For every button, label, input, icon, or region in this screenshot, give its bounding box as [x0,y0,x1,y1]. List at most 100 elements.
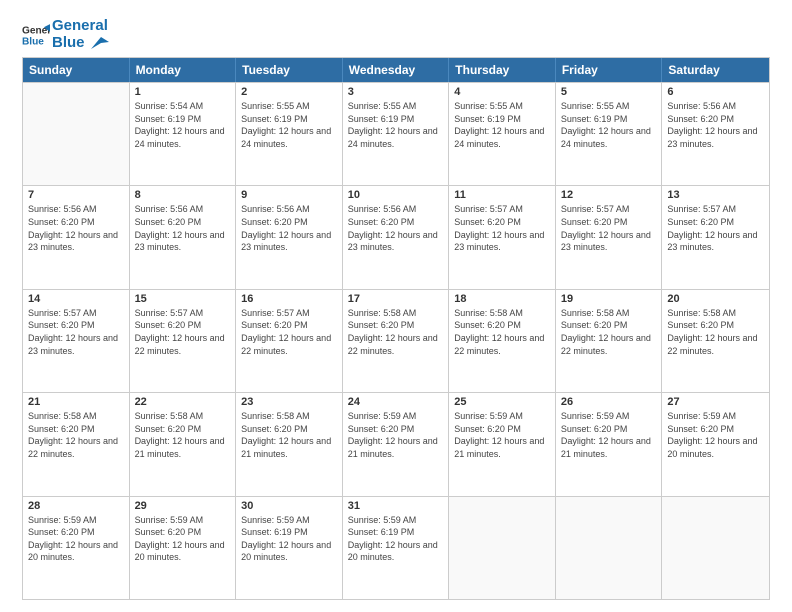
calendar-header-thursday: Thursday [449,58,556,82]
day-info: Sunrise: 5:57 AMSunset: 6:20 PMDaylight:… [454,203,550,253]
calendar-cell: 22 Sunrise: 5:58 AMSunset: 6:20 PMDayligh… [130,393,237,495]
calendar-header-saturday: Saturday [662,58,769,82]
day-number: 22 [135,396,231,408]
day-info: Sunrise: 5:56 AMSunset: 6:20 PMDaylight:… [135,203,231,253]
day-number: 25 [454,396,550,408]
calendar-cell: 24Sunrise: 5:59 AMSunset: 6:20 PMDayligh… [343,393,450,495]
calendar-cell: 31 Sunrise: 5:59 AMSunset: 6:19 PMDayligh… [343,497,450,599]
calendar-week-4: 21 Sunrise: 5:58 AMSunset: 6:20 PMDayligh… [23,392,769,495]
day-number: 21 [28,396,124,408]
calendar-cell: 13 Sunrise: 5:57 AMSunset: 6:20 PMDayligh… [662,186,769,288]
calendar-cell: 27 Sunrise: 5:59 AMSunset: 6:20 PMDayligh… [662,393,769,495]
day-number: 2 [241,86,337,98]
calendar-cell: 30 Sunrise: 5:59 AMSunset: 6:19 PMDayligh… [236,497,343,599]
logo-bird-icon [91,37,109,49]
svg-text:Blue: Blue [22,36,44,47]
day-info: Sunrise: 5:59 AMSunset: 6:20 PMDaylight:… [348,410,444,460]
day-info: Sunrise: 5:59 AMSunset: 6:19 PMDaylight:… [348,514,444,564]
logo-text: General [52,18,109,35]
calendar-cell: 25 Sunrise: 5:59 AMSunset: 6:20 PMDayligh… [449,393,556,495]
day-number: 17 [348,293,444,305]
day-info: Sunrise: 5:55 AMSunset: 6:19 PMDaylight:… [241,100,337,150]
day-info: Sunrise: 5:58 AMSunset: 6:20 PMDaylight:… [561,307,657,357]
day-info: Sunrise: 5:59 AMSunset: 6:20 PMDaylight:… [561,410,657,460]
day-info: Sunrise: 5:57 AMSunset: 6:20 PMDaylight:… [28,307,124,357]
logo-icon: General Blue [22,21,50,49]
day-info: Sunrise: 5:58 AMSunset: 6:20 PMDaylight:… [241,410,337,460]
day-number: 4 [454,86,550,98]
day-number: 30 [241,500,337,512]
day-info: Sunrise: 5:57 AMSunset: 6:20 PMDaylight:… [667,203,764,253]
day-number: 8 [135,189,231,201]
day-info: Sunrise: 5:57 AMSunset: 6:20 PMDaylight:… [241,307,337,357]
day-info: Sunrise: 5:58 AMSunset: 6:20 PMDaylight:… [667,307,764,357]
day-info: Sunrise: 5:58 AMSunset: 6:20 PMDaylight:… [135,410,231,460]
calendar: SundayMondayTuesdayWednesdayThursdayFrid… [22,57,770,600]
day-number: 31 [348,500,444,512]
calendar-cell: 21 Sunrise: 5:58 AMSunset: 6:20 PMDayligh… [23,393,130,495]
calendar-week-5: 28Sunrise: 5:59 AMSunset: 6:20 PMDayligh… [23,496,769,599]
calendar-cell [449,497,556,599]
page: General Blue General Blue [0,0,792,612]
calendar-cell: 20 Sunrise: 5:58 AMSunset: 6:20 PMDayligh… [662,290,769,392]
day-number: 11 [454,189,550,201]
day-number: 6 [667,86,764,98]
calendar-header-wednesday: Wednesday [343,58,450,82]
day-info: Sunrise: 5:54 AMSunset: 6:19 PMDaylight:… [135,100,231,150]
calendar-body: 1 Sunrise: 5:54 AMSunset: 6:19 PMDaylight… [23,82,769,599]
day-info: Sunrise: 5:55 AMSunset: 6:19 PMDaylight:… [454,100,550,150]
calendar-cell: 17 Sunrise: 5:58 AMSunset: 6:20 PMDayligh… [343,290,450,392]
logo: General Blue General Blue [22,18,109,51]
calendar-cell: 12 Sunrise: 5:57 AMSunset: 6:20 PMDayligh… [556,186,663,288]
day-number: 7 [28,189,124,201]
day-info: Sunrise: 5:56 AMSunset: 6:20 PMDaylight:… [241,203,337,253]
calendar-cell: 28Sunrise: 5:59 AMSunset: 6:20 PMDayligh… [23,497,130,599]
day-info: Sunrise: 5:59 AMSunset: 6:20 PMDaylight:… [454,410,550,460]
day-info: Sunrise: 5:59 AMSunset: 6:19 PMDaylight:… [241,514,337,564]
day-info: Sunrise: 5:59 AMSunset: 6:20 PMDaylight:… [28,514,124,564]
calendar-cell: 1 Sunrise: 5:54 AMSunset: 6:19 PMDaylight… [130,83,237,185]
calendar-cell: 23 Sunrise: 5:58 AMSunset: 6:20 PMDayligh… [236,393,343,495]
day-number: 1 [135,86,231,98]
day-number: 12 [561,189,657,201]
header: General Blue General Blue [22,18,770,51]
day-number: 9 [241,189,337,201]
logo-text-blue: Blue [52,35,109,52]
calendar-cell: 29 Sunrise: 5:59 AMSunset: 6:20 PMDayligh… [130,497,237,599]
calendar-week-3: 14 Sunrise: 5:57 AMSunset: 6:20 PMDayligh… [23,289,769,392]
calendar-cell: 26Sunrise: 5:59 AMSunset: 6:20 PMDayligh… [556,393,663,495]
calendar-header-friday: Friday [556,58,663,82]
day-number: 16 [241,293,337,305]
calendar-cell: 19 Sunrise: 5:58 AMSunset: 6:20 PMDayligh… [556,290,663,392]
day-number: 29 [135,500,231,512]
day-info: Sunrise: 5:58 AMSunset: 6:20 PMDaylight:… [28,410,124,460]
calendar-cell [556,497,663,599]
calendar-cell: 8 Sunrise: 5:56 AMSunset: 6:20 PMDaylight… [130,186,237,288]
day-number: 10 [348,189,444,201]
calendar-cell: 9 Sunrise: 5:56 AMSunset: 6:20 PMDaylight… [236,186,343,288]
calendar-cell: 5Sunrise: 5:55 AMSunset: 6:19 PMDaylight… [556,83,663,185]
day-info: Sunrise: 5:55 AMSunset: 6:19 PMDaylight:… [348,100,444,150]
calendar-week-1: 1 Sunrise: 5:54 AMSunset: 6:19 PMDaylight… [23,82,769,185]
calendar-cell: 4 Sunrise: 5:55 AMSunset: 6:19 PMDaylight… [449,83,556,185]
calendar-cell: 18Sunrise: 5:58 AMSunset: 6:20 PMDayligh… [449,290,556,392]
day-info: Sunrise: 5:59 AMSunset: 6:20 PMDaylight:… [135,514,231,564]
calendar-header-sunday: Sunday [23,58,130,82]
calendar-cell: 3Sunrise: 5:55 AMSunset: 6:19 PMDaylight… [343,83,450,185]
day-number: 23 [241,396,337,408]
calendar-cell: 11 Sunrise: 5:57 AMSunset: 6:20 PMDayligh… [449,186,556,288]
day-number: 20 [667,293,764,305]
day-info: Sunrise: 5:55 AMSunset: 6:19 PMDaylight:… [561,100,657,150]
day-info: Sunrise: 5:58 AMSunset: 6:20 PMDaylight:… [348,307,444,357]
day-number: 14 [28,293,124,305]
calendar-cell: 15 Sunrise: 5:57 AMSunset: 6:20 PMDayligh… [130,290,237,392]
day-number: 15 [135,293,231,305]
calendar-cell: 2 Sunrise: 5:55 AMSunset: 6:19 PMDaylight… [236,83,343,185]
day-number: 19 [561,293,657,305]
day-info: Sunrise: 5:57 AMSunset: 6:20 PMDaylight:… [561,203,657,253]
day-info: Sunrise: 5:57 AMSunset: 6:20 PMDaylight:… [135,307,231,357]
day-number: 13 [667,189,764,201]
day-info: Sunrise: 5:56 AMSunset: 6:20 PMDaylight:… [28,203,124,253]
day-info: Sunrise: 5:59 AMSunset: 6:20 PMDaylight:… [667,410,764,460]
day-number: 27 [667,396,764,408]
